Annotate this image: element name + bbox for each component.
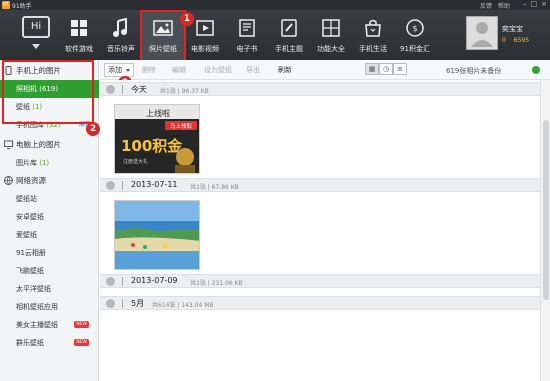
- sidebar-item-net-8[interactable]: 群乐壁纸 NEW: [0, 334, 99, 352]
- new-badge: NEW: [74, 321, 89, 328]
- backup-status: 619张相片未备份: [446, 67, 502, 75]
- edit-button[interactable]: 编辑: [172, 65, 186, 75]
- beach-photo-image: [115, 201, 199, 269]
- nav-all-functions[interactable]: 功能大全: [310, 10, 352, 60]
- sidebar-item-net-4[interactable]: 飞鹏壁纸: [0, 262, 99, 280]
- maximize-icon[interactable]: □: [531, 0, 538, 8]
- group-header[interactable]: 2013-07-11 共1张 | 67.86 KB: [100, 178, 540, 192]
- group-date: 2013-07-09: [131, 276, 178, 285]
- title-bar: 91 91助手 反馈 帮助 – □ ×: [0, 0, 550, 10]
- group-date: 5月: [131, 299, 145, 308]
- export-button[interactable]: 导出: [246, 65, 260, 75]
- avatar-icon: [471, 22, 493, 47]
- group-date: 2013-07-11: [131, 180, 178, 189]
- callout-box-2: [2, 60, 94, 124]
- app-title: 91助手: [12, 3, 32, 10]
- nav-ebooks[interactable]: 电子书: [226, 10, 268, 60]
- svg-text:100积金: 100积金: [121, 137, 183, 155]
- user-stats: 0 6595: [502, 37, 529, 44]
- device-button[interactable]: Hi: [22, 16, 50, 38]
- svg-text:注册送大礼: 注册送大礼: [123, 158, 148, 165]
- sidebar-item-net-0[interactable]: 壁纸站: [0, 190, 99, 208]
- sidebar-item-net-2[interactable]: 爱壁纸: [0, 226, 99, 244]
- collapse-icon[interactable]: [106, 277, 115, 286]
- feedback-link[interactable]: 反馈: [480, 1, 492, 10]
- nav-music-ringtones[interactable]: 音乐铃声: [100, 10, 142, 60]
- group-header[interactable]: 2013-07-09 共1张 | 231.06 KB: [100, 274, 540, 288]
- photo-timeline: 今天 共1张 | 96.37 KB 上线啦 马上领取 100积金 注册送大礼 2…: [100, 80, 540, 381]
- gear-grid-icon: [322, 19, 340, 37]
- photo-thumbnail[interactable]: 上线啦 马上领取 100积金 注册送大礼: [114, 104, 200, 174]
- sidebar-item-net-7[interactable]: 美女主播壁纸 NEW: [0, 316, 99, 334]
- sidebar-item-net-3[interactable]: 91云相册: [0, 244, 99, 262]
- refresh-button[interactable]: 刷新: [278, 65, 292, 75]
- backup-icon[interactable]: [532, 66, 540, 74]
- timeline-view-icon[interactable]: ◷: [379, 63, 393, 75]
- group-info: 共1张 | 67.86 KB: [190, 184, 239, 191]
- monitor-icon: [4, 140, 13, 149]
- sidebar-section-network[interactable]: 网络资源: [0, 172, 99, 190]
- chevron-down-icon: [126, 69, 130, 72]
- callout-number-2: 2: [86, 122, 100, 136]
- collapse-icon[interactable]: [106, 85, 115, 94]
- view-toggle: ▦ ◷ ≡: [365, 63, 407, 75]
- collapse-icon[interactable]: [106, 299, 115, 308]
- group-header[interactable]: 今天 共1张 | 96.37 KB: [100, 82, 540, 96]
- coin-icon: $: [406, 19, 424, 37]
- user-name: 奕宝宝: [502, 25, 523, 33]
- sidebar-item-net-6[interactable]: 相机壁纸应用: [0, 298, 99, 316]
- group-info: 共1张 | 231.06 KB: [190, 280, 243, 287]
- svg-text:马上领取: 马上领取: [170, 122, 193, 130]
- set-wallpaper-button[interactable]: 设为壁纸: [204, 65, 232, 75]
- sidebar: 手机上的图片 照相机 (619) 壁纸 (1) 手机图库 (32) 展开 电脑上…: [0, 60, 100, 381]
- scrollbar-thumb[interactable]: [543, 120, 549, 300]
- group-header[interactable]: 5月 共614张 | 143.04 MB: [100, 296, 540, 310]
- nav-software-games[interactable]: 软件游戏: [58, 10, 100, 60]
- svg-text:$: $: [412, 24, 417, 33]
- grid-icon: [71, 20, 87, 36]
- grid-view-icon[interactable]: ▦: [365, 63, 379, 75]
- sidebar-section-pc[interactable]: 电脑上的图片: [0, 136, 99, 154]
- group-date: 今天: [131, 85, 147, 94]
- minimize-icon[interactable]: –: [523, 0, 527, 8]
- main-toolbar: Hi 软件游戏 音乐铃声 照片壁纸 电影视频 电子书 手机主题 功能大全 手机生…: [0, 10, 550, 62]
- avatar[interactable]: [466, 16, 498, 50]
- nav-91-jijinhui[interactable]: $ 91积金汇: [394, 10, 436, 60]
- nav-phone-themes[interactable]: 手机主题: [268, 10, 310, 60]
- shopping-bag-icon: [365, 19, 381, 37]
- nav-phone-life[interactable]: 手机生活: [352, 10, 394, 60]
- points-count: 6595: [513, 37, 530, 44]
- brush-icon: [281, 19, 297, 37]
- group-info: 共614张 | 143.04 MB: [152, 302, 214, 309]
- sidebar-item-net-5[interactable]: 太平洋壁纸: [0, 280, 99, 298]
- ebook-icon: [239, 19, 255, 37]
- vertical-scrollbar[interactable]: [540, 80, 550, 381]
- video-play-icon: [196, 20, 214, 36]
- delete-button[interactable]: 删除: [142, 65, 156, 75]
- coins-count: 0: [502, 37, 506, 44]
- globe-icon: [4, 176, 13, 185]
- app-window: 91 91助手 反馈 帮助 – □ × Hi 软件游戏 音乐铃声 照片壁纸 电影…: [0, 0, 550, 381]
- svg-text:上线啦: 上线啦: [146, 108, 170, 118]
- close-icon[interactable]: ×: [541, 0, 547, 8]
- app-logo: 91: [2, 1, 10, 9]
- collapse-icon[interactable]: [106, 181, 115, 190]
- callout-number-1: 1: [180, 12, 194, 26]
- list-view-icon[interactable]: ≡: [393, 63, 407, 75]
- sidebar-item-image-library[interactable]: 图片库 (1): [0, 154, 99, 172]
- action-bar: 添加 删除 编辑 设为壁纸 导出 刷新 ▦ ◷ ≡ 619张相片未备份 3: [100, 60, 550, 90]
- device-dropdown-icon[interactable]: [32, 44, 40, 49]
- promo-poster-image: 上线啦 马上领取 100积金 注册送大礼: [115, 105, 199, 173]
- add-button[interactable]: 添加: [104, 63, 134, 77]
- photo-thumbnail[interactable]: [114, 200, 200, 270]
- sidebar-item-net-1[interactable]: 安卓壁纸: [0, 208, 99, 226]
- group-info: 共1张 | 96.37 KB: [160, 88, 209, 95]
- help-link[interactable]: 帮助: [498, 1, 510, 10]
- music-note-icon: [113, 18, 127, 37]
- new-badge: NEW: [74, 339, 89, 346]
